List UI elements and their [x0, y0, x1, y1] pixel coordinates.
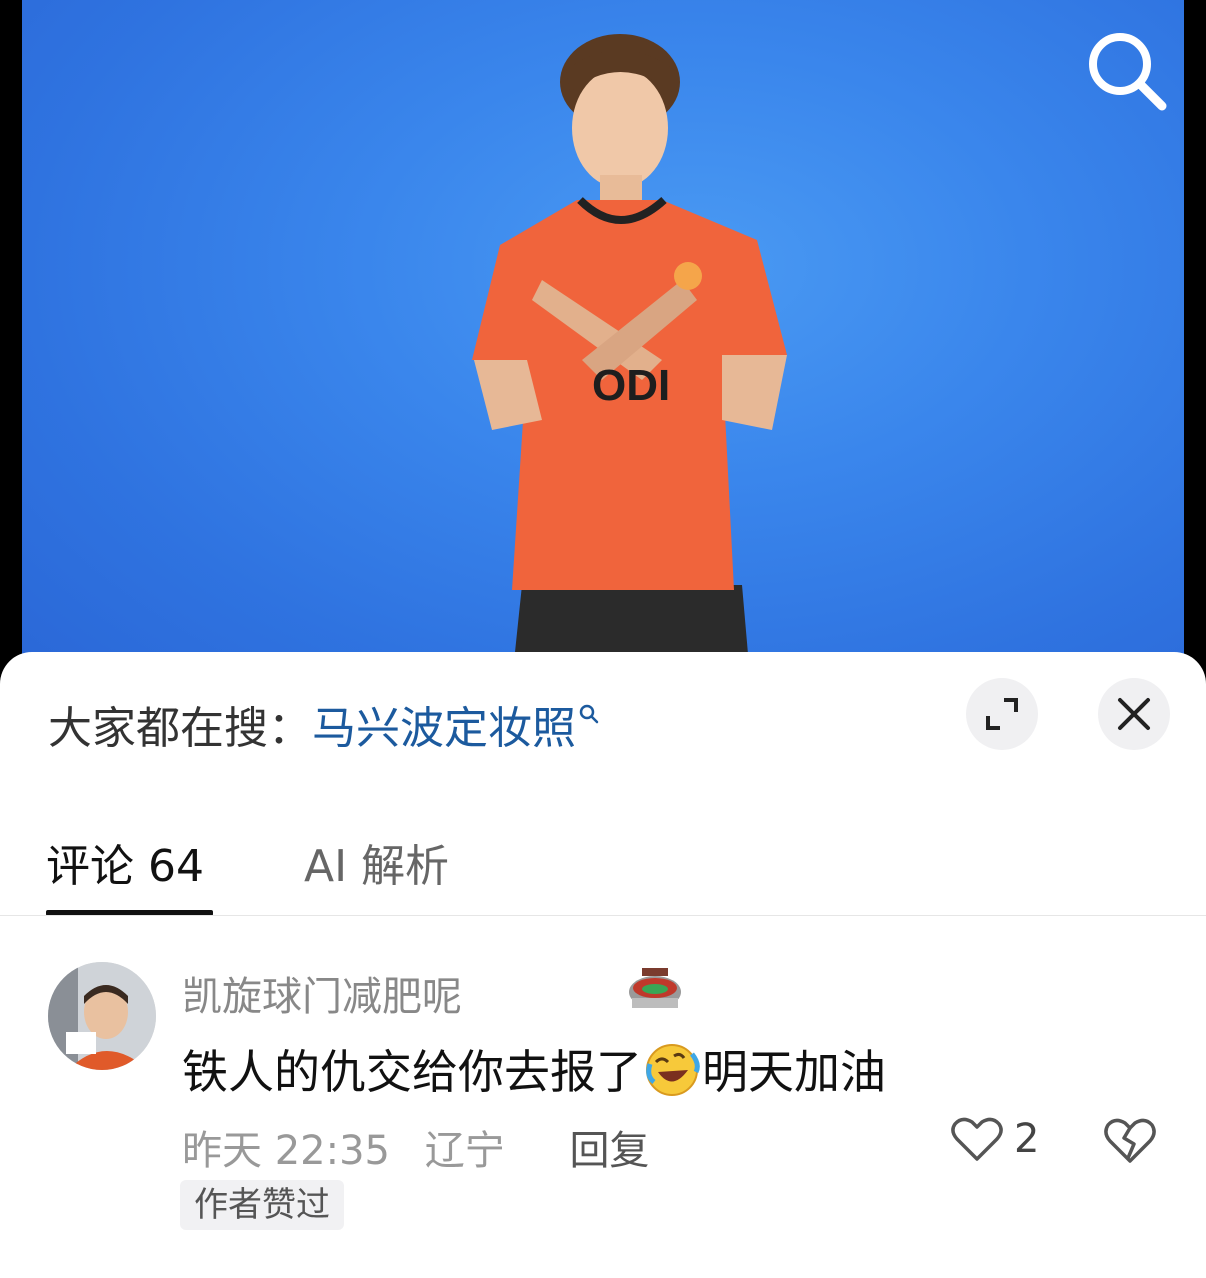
dislike-button[interactable]	[1102, 1114, 1158, 1170]
close-icon	[1118, 698, 1150, 730]
expand-icon	[986, 698, 1018, 730]
tab-comments[interactable]: 评论 64	[46, 830, 204, 894]
search-icon[interactable]	[1082, 24, 1172, 114]
comment-location: 辽宁	[424, 1128, 505, 1174]
close-button[interactable]	[1098, 678, 1170, 750]
divider	[0, 915, 1206, 916]
heart-icon	[951, 1117, 1003, 1161]
post-photo[interactable]: ODI	[22, 0, 1184, 700]
author-liked-badge: 作者赞过	[180, 1180, 344, 1230]
svg-text:ODI: ODI	[592, 361, 670, 410]
expand-button[interactable]	[966, 678, 1038, 750]
like-button[interactable]: 2	[950, 1114, 1039, 1164]
avatar[interactable]	[48, 962, 156, 1070]
comment-meta: 昨天 22:35 辽宁 回复	[182, 1118, 671, 1176]
comment-text-part1: 铁人的仇交给你去报了	[182, 1045, 642, 1099]
rolling-laughing-emoji	[644, 1042, 700, 1109]
comment-username[interactable]: 凯旋球门减肥呢	[182, 964, 462, 1022]
broken-heart-icon	[1104, 1118, 1156, 1163]
reply-button[interactable]: 回复	[569, 1128, 649, 1174]
small-search-icon	[579, 704, 599, 724]
comment-sheet: 大家都在搜：马兴波定妆照 评论 64 AI 解析 凯旋球门减肥呢 铁人的仇交给你…	[0, 652, 1206, 1278]
comment-text-part2: 明天加油	[702, 1045, 886, 1099]
trending-query-link[interactable]: 马兴波定妆照	[312, 703, 576, 754]
tab-ai-analysis[interactable]: AI 解析	[304, 830, 449, 894]
comment-text: 铁人的仇交给你去报了 明天加油	[182, 1036, 886, 1109]
trending-prefix: 大家都在搜：	[48, 703, 312, 754]
trending-search[interactable]: 大家都在搜：马兴波定妆照	[48, 692, 599, 756]
stadium-icon	[629, 968, 681, 1008]
comment-time: 昨天 22:35	[182, 1128, 390, 1174]
player-image: ODI	[472, 34, 787, 700]
like-count: 2	[1014, 1116, 1040, 1162]
